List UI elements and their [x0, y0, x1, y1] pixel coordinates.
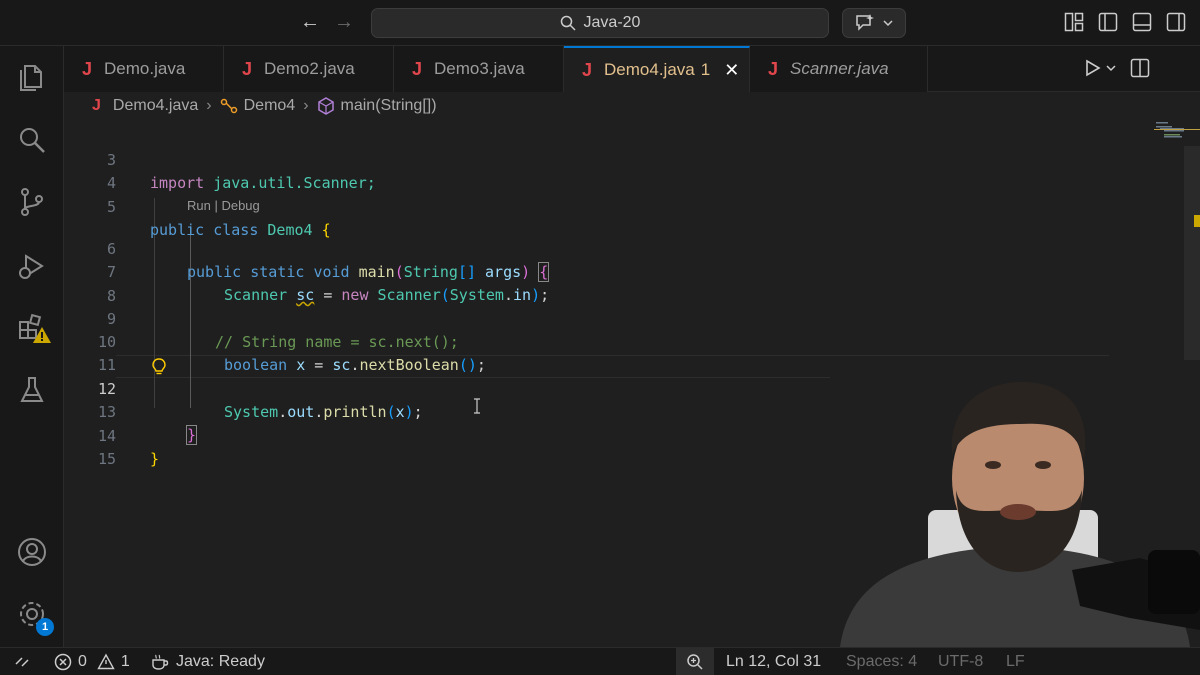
tab-label: Demo4.java	[604, 60, 695, 79]
lightbulb-icon[interactable]	[152, 358, 166, 376]
breadcrumb: J Demo4.java › Demo4 › main(String[])	[64, 92, 1200, 120]
search-icon	[560, 15, 576, 31]
forward-arrow-icon[interactable]: →	[332, 10, 356, 34]
command-center-search[interactable]: Java-20	[371, 8, 829, 38]
code-line-4: 4	[64, 149, 1109, 192]
code-line-10: 10 boolean x = sc.nextBoolean();	[64, 308, 1109, 374]
text-cursor-icon	[474, 398, 480, 414]
testing-icon[interactable]	[16, 374, 48, 406]
problems-indicator[interactable]: 0 1	[54, 648, 130, 675]
run-debug-icon[interactable]	[16, 250, 48, 282]
line-number: 15	[97, 450, 116, 468]
extensions-item[interactable]	[16, 312, 51, 344]
code-line-9: 9 // String name = sc.next();	[64, 285, 1109, 351]
indentation[interactable]: Spaces: 4	[846, 648, 917, 675]
end-of-line[interactable]: LF	[1006, 648, 1025, 675]
presenter-webcam	[830, 360, 1200, 647]
search-icon[interactable]	[16, 124, 48, 156]
accounts-icon[interactable]	[16, 536, 48, 568]
code-line-8: 8	[64, 262, 1109, 305]
error-icon	[54, 653, 72, 670]
code-line-5: 5 public class Demo4 {	[64, 173, 1109, 239]
chevron-down-icon[interactable]	[1106, 63, 1116, 73]
editor-actions	[1084, 58, 1150, 78]
remote-indicator[interactable]	[14, 648, 30, 675]
copilot-chat-button[interactable]	[842, 8, 906, 38]
activity-bar: 1	[0, 46, 64, 647]
chat-sparkle-icon	[856, 14, 874, 31]
tab-problem-count: 1	[700, 60, 711, 79]
run-java-icon[interactable]	[1084, 59, 1102, 77]
java-file-icon: J	[582, 59, 593, 80]
tab-label: Demo3.java	[434, 59, 525, 78]
tab-demo2[interactable]: J Demo2.java	[224, 46, 394, 92]
tab-demo[interactable]: J Demo.java	[64, 46, 224, 92]
java-file-icon: J	[412, 58, 423, 79]
tab-label: Demo2.java	[264, 59, 355, 78]
customize-layout-icon[interactable]	[1064, 12, 1084, 32]
java-file-icon: J	[242, 58, 253, 79]
method-symbol-icon	[317, 97, 334, 115]
run-debug-codelens[interactable]: Run | Debug	[187, 198, 260, 213]
breadcrumb-class[interactable]: Demo4	[244, 97, 296, 115]
split-editor-icon[interactable]	[1130, 58, 1150, 78]
tab-label: Demo.java	[104, 59, 186, 78]
tab-label: Scanner.java	[790, 59, 889, 78]
search-text: Java-20	[583, 14, 641, 31]
breadcrumb-file[interactable]: Demo4.java	[113, 97, 198, 115]
tab-demo3[interactable]: J Demo3.java	[394, 46, 564, 92]
code-line-7: 7 Scanner sc = new Scanner(System.in);	[64, 238, 1109, 304]
indentation-text: Spaces: 4	[846, 652, 918, 670]
eol-text: LF	[1006, 652, 1025, 670]
vertical-scrollbar[interactable]	[1184, 146, 1200, 396]
code-line-3: 3 import java.util.Scanner;	[64, 126, 1109, 192]
toggle-primary-sidebar-icon[interactable]	[1098, 12, 1118, 32]
code-line-11: 11	[64, 331, 1109, 374]
java-file-icon: J	[92, 97, 101, 114]
warning-count: 1	[120, 652, 130, 670]
zoom-button[interactable]	[676, 648, 714, 675]
manage-item[interactable]: 1	[16, 598, 54, 636]
editor-tab-bar: J Demo.java J Demo2.java J Demo3.java J …	[64, 46, 1200, 92]
cursor-position[interactable]: Ln 12, Col 31	[726, 648, 821, 675]
presenter-image	[830, 360, 1200, 647]
code-line-6: 6 public static void main(String[] args)…	[64, 215, 1109, 282]
cursor-position-text: Ln 12, Col 31	[726, 652, 822, 670]
code-token: }	[150, 450, 160, 468]
chevron-down-icon	[883, 20, 893, 27]
tab-demo4[interactable]: J Demo4.java 1 ✕	[564, 46, 750, 92]
zoom-in-icon	[687, 653, 703, 670]
tab-scanner[interactable]: J Scanner.java	[750, 46, 928, 92]
java-file-icon: J	[768, 58, 779, 79]
close-icon[interactable]: ✕	[724, 60, 739, 81]
warning-icon	[33, 327, 51, 343]
source-control-icon[interactable]	[16, 186, 48, 218]
title-bar: ← → Java-20	[0, 0, 1200, 46]
breadcrumb-method[interactable]: main(String[])	[341, 97, 437, 115]
settings-badge: 1	[36, 618, 54, 636]
warning-marker	[1194, 215, 1200, 227]
chevron-right-icon: ›	[206, 97, 212, 114]
layout-controls	[1064, 12, 1186, 32]
coffee-cup-icon	[152, 654, 169, 670]
error-count: 0	[78, 652, 87, 670]
status-bar: 0 1 Java: Ready Ln 12, Col 31 Spaces: 4 …	[0, 647, 1200, 675]
remote-icon	[15, 656, 29, 667]
encoding-text: UTF-8	[938, 652, 984, 670]
back-arrow-icon[interactable]: ←	[298, 10, 322, 34]
java-file-icon: J	[82, 58, 93, 79]
encoding[interactable]: UTF-8	[938, 648, 983, 675]
toggle-panel-icon[interactable]	[1132, 12, 1152, 32]
explorer-icon[interactable]	[16, 60, 48, 92]
toggle-secondary-sidebar-icon[interactable]	[1166, 12, 1186, 32]
java-status[interactable]: Java: Ready	[150, 648, 265, 675]
java-status-text: Java: Ready	[176, 652, 265, 670]
class-symbol-icon	[220, 98, 237, 114]
warning-icon	[97, 653, 115, 669]
chevron-right-icon: ›	[303, 97, 309, 114]
